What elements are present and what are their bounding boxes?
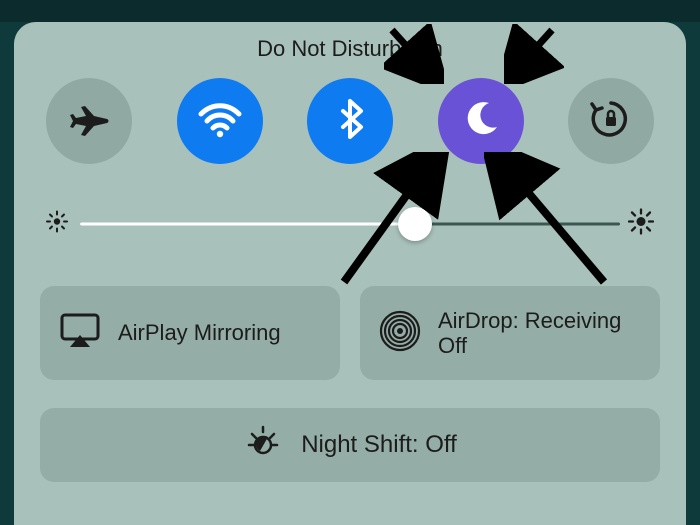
airplay-label: AirPlay Mirroring — [118, 320, 281, 345]
brightness-high-icon — [628, 209, 654, 240]
rotation-lock-icon — [587, 95, 635, 148]
brightness-low-icon — [46, 211, 68, 238]
airplane-icon — [67, 97, 111, 146]
rotation-lock-toggle[interactable] — [568, 78, 654, 164]
brightness-thumb[interactable] — [398, 207, 432, 241]
wifi-icon — [195, 94, 245, 149]
wifi-toggle[interactable] — [177, 78, 263, 164]
airdrop-button[interactable]: AirDrop: Receiving Off — [360, 286, 660, 380]
airplane-mode-toggle[interactable] — [46, 78, 132, 164]
brightness-track-fill — [80, 223, 415, 226]
control-center-panel: Do Not Disturb: On — [14, 22, 686, 525]
do-not-disturb-toggle[interactable] — [438, 78, 524, 164]
airdrop-icon — [378, 309, 422, 358]
night-shift-icon — [243, 423, 283, 468]
airplay-icon — [58, 311, 102, 356]
wide-button-row: AirPlay Mirroring AirDrop: Receiving Off — [40, 286, 660, 380]
night-shift-button[interactable]: Night Shift: Off — [40, 408, 660, 482]
night-shift-label: Night Shift: Off — [301, 431, 457, 459]
bluetooth-toggle[interactable] — [307, 78, 393, 164]
device-status-bar — [0, 0, 700, 22]
moon-icon — [459, 97, 503, 146]
brightness-slider[interactable] — [50, 200, 650, 248]
status-title: Do Not Disturb: On — [40, 36, 660, 62]
bluetooth-icon — [328, 97, 372, 146]
toggle-row — [40, 78, 660, 164]
airplay-button[interactable]: AirPlay Mirroring — [40, 286, 340, 380]
airdrop-label: AirDrop: Receiving Off — [438, 308, 642, 359]
